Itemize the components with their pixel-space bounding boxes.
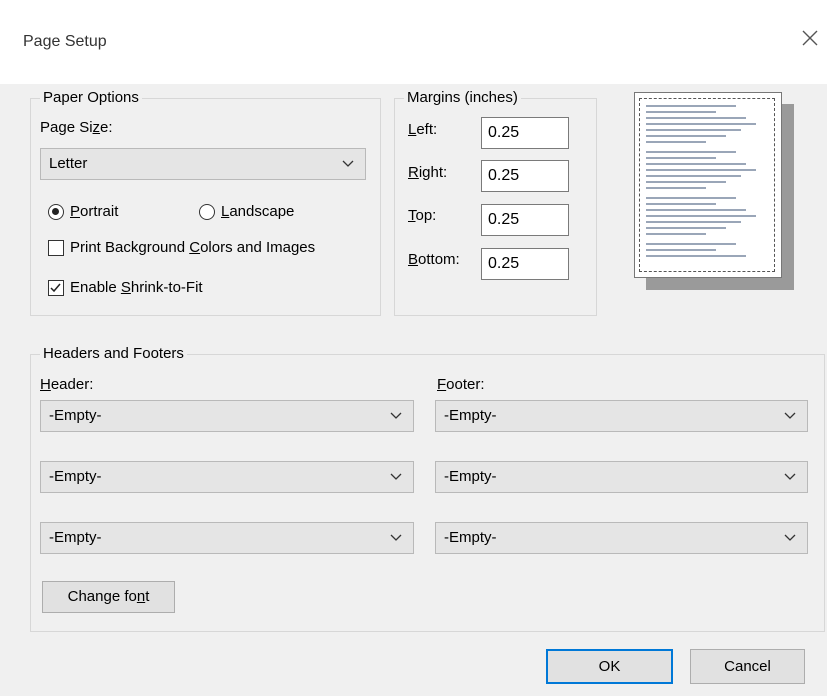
change-font-button[interactable]: Change font	[42, 581, 175, 613]
page-size-select[interactable]: Letter	[40, 148, 366, 180]
footer-select-1[interactable]: -Empty-	[435, 400, 808, 432]
chevron-down-icon	[784, 534, 796, 541]
right-margin-input[interactable]: 0.25	[481, 160, 569, 192]
footer-select-2[interactable]: -Empty-	[435, 461, 808, 493]
footer-select-3[interactable]: -Empty-	[435, 522, 808, 554]
cancel-button[interactable]: Cancel	[690, 649, 805, 684]
top-margin-label: Top:	[408, 207, 437, 224]
chevron-down-icon	[390, 412, 402, 419]
footer-select-3-value: -Empty-	[444, 529, 497, 546]
close-icon[interactable]	[797, 28, 823, 54]
landscape-label[interactable]: Landscape	[221, 203, 294, 221]
header-select-2-value: -Empty-	[49, 468, 102, 485]
chevron-down-icon	[784, 412, 796, 419]
paper-options-legend: Paper Options	[40, 89, 142, 107]
footer-select-1-value: -Empty-	[444, 407, 497, 424]
page-preview-margins	[639, 98, 775, 272]
shrink-to-fit-label[interactable]: Enable Shrink-to-Fit	[70, 279, 203, 297]
dialog-title: Page Setup	[23, 33, 107, 50]
footer-select-2-value: -Empty-	[444, 468, 497, 485]
header-select-3-value: -Empty-	[49, 529, 102, 546]
header-label: Header:	[40, 376, 94, 393]
left-margin-input[interactable]: 0.25	[481, 117, 569, 149]
left-margin-label: Left:	[408, 121, 438, 138]
header-select-3[interactable]: -Empty-	[40, 522, 414, 554]
header-select-1-value: -Empty-	[49, 407, 102, 424]
headers-footers-legend: Headers and Footers	[40, 345, 187, 363]
chevron-down-icon	[390, 534, 402, 541]
ok-button[interactable]: OK	[546, 649, 673, 684]
print-background-checkbox[interactable]	[48, 240, 64, 256]
header-select-2[interactable]: -Empty-	[40, 461, 414, 493]
portrait-radio[interactable]	[48, 204, 64, 220]
title-bar: Page Setup	[0, 0, 827, 84]
top-margin-input[interactable]: 0.25	[481, 204, 569, 236]
chevron-down-icon	[784, 473, 796, 480]
right-margin-label: Right:	[408, 164, 448, 181]
portrait-label[interactable]: Portrait	[70, 203, 118, 221]
shrink-to-fit-checkbox[interactable]	[48, 280, 64, 296]
page-preview	[634, 92, 782, 278]
chevron-down-icon	[390, 473, 402, 480]
bottom-margin-input[interactable]: 0.25	[481, 248, 569, 280]
page-size-label: Page Size:	[40, 119, 113, 136]
landscape-radio[interactable]	[199, 204, 215, 220]
page-size-value: Letter	[49, 155, 88, 172]
chevron-down-icon	[342, 160, 354, 167]
checkmark-icon	[50, 283, 61, 293]
header-select-1[interactable]: -Empty-	[40, 400, 414, 432]
footer-label: Footer:	[437, 376, 485, 393]
bottom-margin-label: Bottom:	[408, 251, 460, 268]
print-background-label[interactable]: Print Background Colors and Images	[70, 239, 315, 257]
margins-legend: Margins (inches)	[404, 89, 521, 107]
